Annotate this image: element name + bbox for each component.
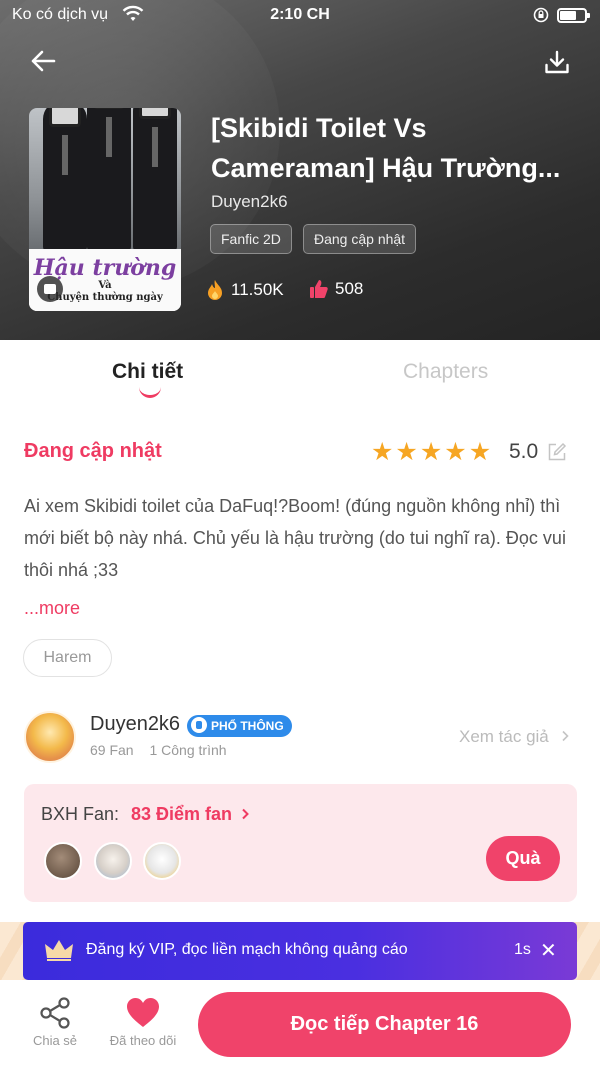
cover-figure bbox=[87, 108, 131, 251]
vip-banner-text: Đăng ký VIP, đọc liền mạch không quảng c… bbox=[86, 941, 408, 958]
book-author[interactable]: Duyen2k6 bbox=[211, 192, 288, 212]
continue-reading-button[interactable]: Đọc tiếp Chapter 16 bbox=[198, 992, 571, 1057]
book-title: [Skibidi Toilet Vs Cameraman] Hậu Trường… bbox=[211, 113, 561, 183]
status-bar: Ko có dịch vụ 2:10 CH bbox=[0, 0, 600, 32]
close-icon[interactable]: ✕ bbox=[540, 938, 557, 963]
views-stat: 11.50K bbox=[205, 279, 284, 301]
crown-icon bbox=[45, 940, 73, 961]
cover-figure bbox=[133, 108, 177, 251]
share-label: Chia sẻ bbox=[32, 1033, 78, 1048]
author-fans: 69 Fan bbox=[90, 742, 134, 758]
thumbs-up-icon bbox=[310, 280, 328, 298]
star-icon: ★ bbox=[468, 438, 492, 466]
fan-score-link[interactable]: 83 Điểm fan bbox=[131, 804, 250, 825]
author-works: 1 Công trình bbox=[149, 742, 227, 758]
read-more-link[interactable]: ...more bbox=[24, 598, 80, 619]
tag-category[interactable]: Fanfic 2D bbox=[210, 224, 292, 254]
edit-rating-icon[interactable] bbox=[547, 442, 567, 467]
follow-button[interactable]: Đã theo dõi bbox=[103, 996, 183, 1048]
star-icon: ★ bbox=[419, 438, 443, 466]
active-tab-indicator bbox=[139, 386, 161, 398]
fan-ranking-card: BXH Fan: 83 Điểm fan Quà bbox=[24, 784, 577, 902]
share-icon bbox=[40, 997, 70, 1029]
rating-stars[interactable]: ★ ★ ★ ★ ★ bbox=[371, 440, 491, 465]
clock-time: 2:10 CH bbox=[270, 6, 330, 23]
fan-avatar[interactable] bbox=[94, 842, 132, 880]
rating-value: 5.0 bbox=[509, 440, 539, 463]
chevron-right-icon bbox=[242, 808, 249, 820]
fire-icon bbox=[208, 280, 222, 300]
update-status: Đang cập nhật bbox=[24, 440, 162, 462]
author-level-badge: PHỔ THÔNG bbox=[187, 715, 292, 737]
book-description: Ai xem Skibidi toilet của DaFuq!?Boom! (… bbox=[24, 496, 566, 580]
author-avatar[interactable] bbox=[24, 711, 76, 763]
vip-banner[interactable]: Đăng ký VIP, đọc liền mạch không quảng c… bbox=[23, 922, 577, 980]
star-icon: ★ bbox=[395, 438, 418, 466]
views-count: 11.50K bbox=[231, 280, 284, 299]
gift-button[interactable]: Quà bbox=[486, 836, 560, 881]
back-button[interactable] bbox=[26, 44, 60, 78]
view-author-label: Xem tác giả bbox=[459, 727, 549, 746]
fan-score: 83 Điểm fan bbox=[131, 804, 233, 824]
fan-ranking-label: BXH Fan: bbox=[41, 804, 120, 824]
likes-stat: 508 bbox=[309, 279, 363, 299]
book-cover[interactable]: Hậu trường Và Chuyện thường ngày bbox=[29, 108, 181, 311]
rotation-lock-icon bbox=[533, 7, 549, 28]
battery-icon bbox=[557, 8, 590, 23]
tab-chapters[interactable]: Chapters bbox=[403, 360, 488, 384]
comment-icon bbox=[37, 276, 63, 302]
star-icon: ★ bbox=[371, 438, 394, 466]
author-name[interactable]: Duyen2k6 bbox=[90, 713, 180, 736]
share-button[interactable]: Chia sẻ bbox=[28, 996, 82, 1048]
view-author-link[interactable]: Xem tác giả bbox=[459, 727, 570, 747]
fan-avatar[interactable] bbox=[143, 842, 181, 880]
download-icon bbox=[545, 50, 569, 74]
chevron-right-icon bbox=[561, 730, 569, 742]
vip-countdown: 1s bbox=[514, 941, 531, 958]
author-meta: 69 Fan 1 Công trình bbox=[90, 742, 239, 758]
star-icon: ★ bbox=[444, 438, 467, 466]
likes-count: 508 bbox=[335, 279, 364, 298]
cover-figure bbox=[43, 108, 87, 251]
heart-icon bbox=[127, 998, 159, 1027]
download-button[interactable] bbox=[540, 45, 574, 79]
fan-avatar[interactable] bbox=[44, 842, 82, 880]
book-header: Ko có dịch vụ 2:10 CH Hậu trường Và Chuy… bbox=[0, 0, 600, 340]
genre-chip[interactable]: Harem bbox=[23, 639, 112, 677]
back-arrow-icon bbox=[31, 50, 56, 72]
follow-label: Đã theo dõi bbox=[109, 1033, 177, 1048]
tag-status[interactable]: Đang cập nhật bbox=[303, 224, 417, 254]
tab-details[interactable]: Chi tiết bbox=[112, 360, 183, 384]
